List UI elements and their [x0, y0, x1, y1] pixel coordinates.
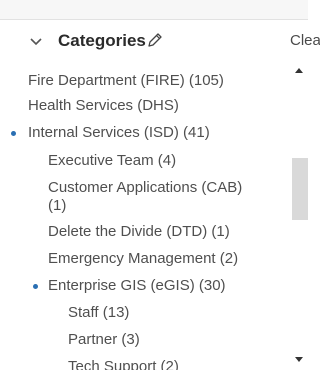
list-item[interactable]: Health Services (DHS) [28, 97, 179, 115]
pencil-icon[interactable] [145, 30, 165, 50]
selected-bullet-icon [11, 131, 16, 136]
top-bar [0, 0, 308, 20]
list-item[interactable]: Enterprise GIS (eGIS) (30) [48, 277, 226, 295]
category-list: ·· ·· ····· ·· · ·· · ···· · Fire Depart… [0, 60, 295, 370]
list-item[interactable]: Delete the Divide (DTD) (1) [48, 223, 230, 241]
list-item[interactable]: Executive Team (4) [48, 152, 176, 170]
list-item[interactable]: Emergency Management (2) [48, 250, 238, 268]
list-item[interactable]: Fire Department (FIRE) (105) [28, 72, 224, 90]
categories-header: Categories Clear [0, 20, 320, 60]
triangle-down-icon[interactable] [295, 357, 303, 362]
scrollbar-thumb[interactable] [292, 158, 308, 220]
chevron-down-icon[interactable] [30, 36, 42, 48]
clear-link[interactable]: Clear [290, 32, 320, 49]
list-item[interactable]: Customer Applications (CAB) (1) [48, 179, 248, 215]
triangle-up-icon[interactable] [295, 68, 303, 73]
list-item[interactable]: Staff (13) [68, 304, 129, 322]
list-item[interactable]: Internal Services (ISD) (41) [28, 124, 210, 142]
clipped-item-remnant: ·· ·· ····· ·· · ·· · ···· · [27, 60, 188, 67]
selected-bullet-icon [33, 284, 38, 289]
list-item[interactable]: Tech Support (2) [68, 358, 179, 370]
vertical-scrollbar[interactable] [291, 60, 308, 370]
list-item[interactable]: Partner (3) [68, 331, 140, 349]
categories-title: Categories [58, 31, 146, 50]
